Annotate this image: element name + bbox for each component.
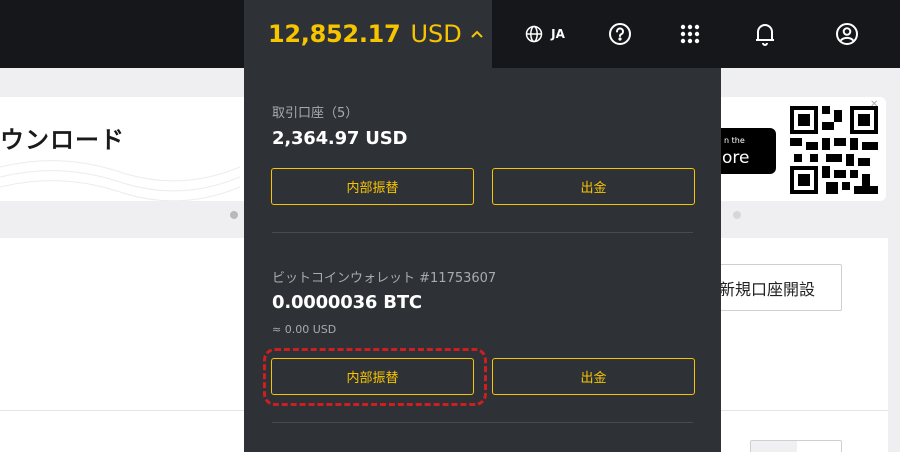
profile-button[interactable] [832, 0, 862, 68]
carousel-dot[interactable] [733, 211, 741, 219]
top-bar: 12,852.17 USD JA [0, 0, 900, 68]
bitcoin-wallet-balance: 0.0000036 BTC [272, 292, 422, 313]
divider [272, 232, 693, 233]
view-toggle-option[interactable] [751, 441, 797, 452]
balance-currency: USD [410, 20, 462, 48]
divider [272, 422, 693, 423]
bitcoin-wallet-usd-value: ≈ 0.00 USD [272, 323, 337, 336]
new-account-button[interactable]: 新規口座開設 [700, 264, 842, 311]
globe-icon [525, 25, 543, 43]
bitcoin-withdraw-button[interactable]: 出金 [492, 358, 695, 395]
apps-button[interactable] [676, 0, 704, 68]
trading-account-balance: 2,364.97 USD [272, 128, 408, 149]
notifications-button[interactable] [750, 0, 780, 68]
language-label: JA [551, 27, 565, 41]
qr-code-icon [790, 106, 878, 194]
language-selector[interactable]: JA [515, 0, 575, 68]
trading-transfer-button[interactable]: 内部振替 [271, 168, 474, 205]
help-icon [608, 22, 632, 46]
balance-amount: 12,852.17 [268, 20, 401, 48]
help-button[interactable] [604, 0, 636, 68]
bell-icon [754, 22, 776, 46]
balance-dropdown-toggle[interactable]: 12,852.17 USD [244, 0, 492, 68]
bitcoin-wallet-title: ビットコインウォレット #11753607 [272, 271, 497, 286]
carousel-dot[interactable] [230, 211, 238, 219]
store-badge-caption: n the [724, 136, 745, 145]
close-icon[interactable]: ✕ [870, 99, 878, 110]
chevron-up-icon [470, 29, 484, 39]
trading-account-title: 取引口座（5） [272, 106, 359, 121]
banner-title: ウンロード [0, 126, 125, 154]
trading-withdraw-button[interactable]: 出金 [492, 168, 695, 205]
view-toggle[interactable] [750, 440, 842, 452]
grid-icon [680, 24, 700, 44]
highlight-annotation [263, 348, 487, 406]
store-badge-name: ore [722, 148, 750, 168]
user-icon [835, 22, 859, 46]
